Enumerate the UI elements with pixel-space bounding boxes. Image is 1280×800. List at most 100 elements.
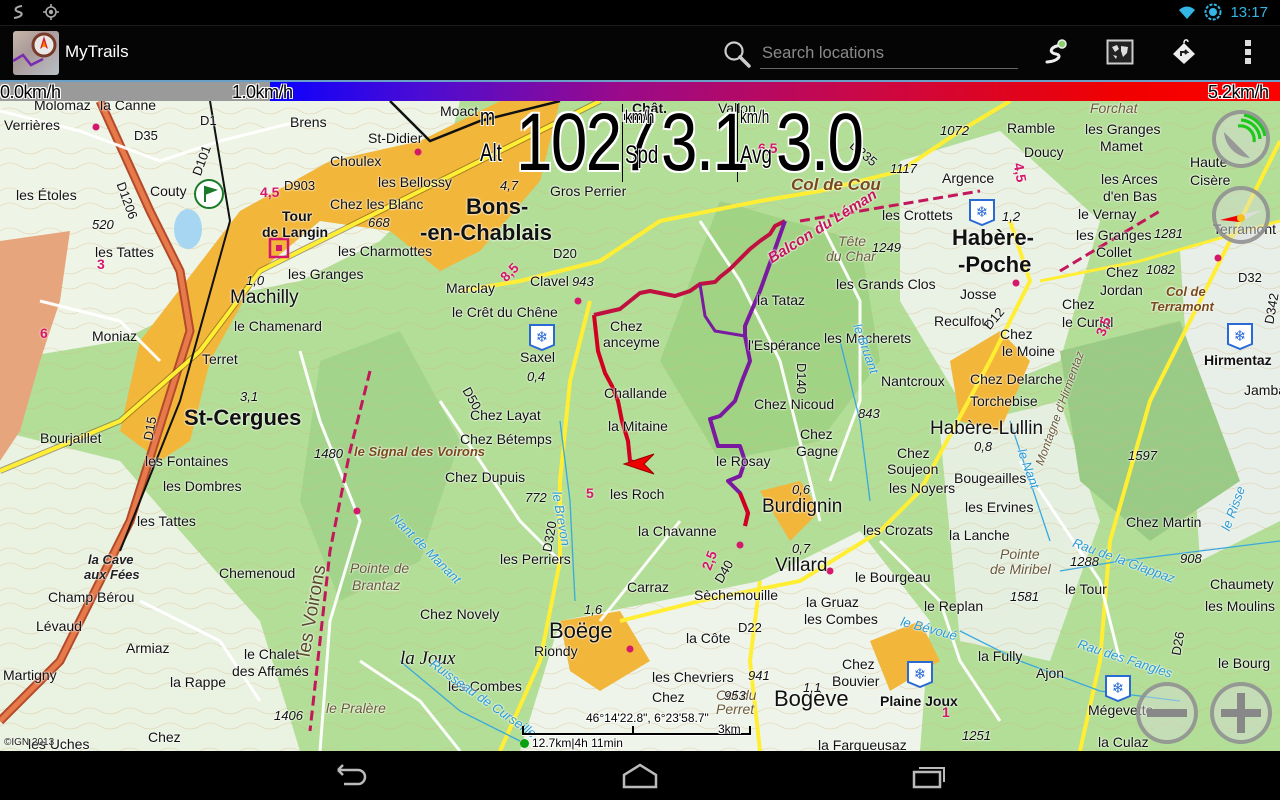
distance-label: 4,5 <box>260 184 280 200</box>
map-label: le Vernay <box>1078 206 1137 222</box>
map-label: les Fontaines <box>145 453 229 469</box>
elevation-label: 941 <box>748 668 770 683</box>
map-label: Collet <box>1096 244 1132 260</box>
scale-label: 3km <box>718 722 741 736</box>
stats-hud: m Alt 1027 km/h Spd 3.1 km/h Avg 3.0 <box>478 97 884 188</box>
map-label: Carraz <box>627 579 670 595</box>
map-label: Molomaz <box>34 101 91 113</box>
map-label: la Cave <box>88 552 134 567</box>
map-label: Doucy <box>1024 144 1064 160</box>
map-label: les Étoles <box>16 187 77 203</box>
altitude-label: Alt <box>480 139 502 167</box>
zoom-in-button[interactable] <box>1210 682 1272 744</box>
distance-label: 5 <box>586 485 594 501</box>
back-button[interactable] <box>322 759 382 793</box>
map-layers-button[interactable] <box>1100 34 1140 74</box>
map-label: Choulex <box>330 153 382 169</box>
map-label: les Dombres <box>163 478 242 494</box>
map-label: le Rosay <box>716 453 771 469</box>
road-label: D140 <box>794 362 810 395</box>
map-label: les Crottets <box>882 207 953 223</box>
map-label: la Fargueusaz <box>818 737 907 752</box>
map-label: Tour <box>282 208 313 224</box>
recent-apps-button[interactable] <box>898 759 958 793</box>
map-label: des Affamés <box>232 663 309 679</box>
map-label: du Char <box>826 248 876 264</box>
map-label: Riondy <box>534 643 578 659</box>
map-label: Chez <box>652 689 685 705</box>
map-label: la Rappe <box>170 674 227 690</box>
search-icon[interactable] <box>722 39 752 73</box>
map-label: Chaumety <box>1210 576 1274 592</box>
elevation-label: 1082 <box>1146 262 1175 277</box>
distance-label: 4,5 <box>1010 161 1030 184</box>
map-label: Jordan <box>1100 282 1143 298</box>
map-label: Saxel <box>520 349 556 365</box>
trail-recording-icon <box>10 3 28 21</box>
elevation-label: 3,1 <box>240 389 259 404</box>
map-label: -en-Chablais <box>420 220 553 245</box>
overflow-menu-button[interactable] <box>1228 34 1268 74</box>
map-label: Burdignin <box>762 496 843 517</box>
elevation-label: 1,6 <box>584 602 603 617</box>
average-label: Avg <box>740 141 772 169</box>
ski-resort-icon: ❄ <box>529 324 555 351</box>
altitude-readout: m Alt 1027 <box>478 97 657 188</box>
track-button[interactable] <box>1036 34 1076 74</box>
search-input[interactable] <box>760 38 1018 69</box>
zoom-in-icon <box>1221 693 1261 733</box>
map-label: Terramont <box>1150 299 1214 314</box>
map-label: les Roch <box>610 486 665 502</box>
map-label: la Chavanne <box>638 523 717 539</box>
road-label: D32 <box>1238 270 1262 285</box>
elevation-label: 1597 <box>1128 448 1157 463</box>
map-label: Chez <box>897 445 930 461</box>
compass-button[interactable] <box>1212 186 1270 244</box>
altitude-value: 1027 <box>516 97 657 188</box>
ski-resort-icon: ❄ <box>969 199 995 226</box>
map-label: Couty <box>150 183 187 199</box>
map-label: le Pralère <box>326 700 386 716</box>
map-label: le Chamenard <box>234 318 322 334</box>
clock: 13:17 <box>1230 3 1268 21</box>
map-label: Soujeon <box>887 461 939 477</box>
map-label: Challande <box>604 385 668 401</box>
map-label: les Granges <box>288 266 364 282</box>
map-label: Ajon <box>1036 665 1065 681</box>
elevation-label: 1249 <box>872 240 901 255</box>
map-label: Habère-Lullin <box>930 418 1044 439</box>
map-label: Brantaz <box>352 577 401 593</box>
topo-map[interactable]: ❄ ❄ ❄ ❄ ❄ Verrières Molomaz la Canne Bre… <box>0 101 1280 751</box>
svg-text:❄: ❄ <box>1234 327 1247 345</box>
recording-status-icon <box>520 738 529 748</box>
app-logo-icon[interactable] <box>13 31 59 75</box>
map-label: la Tataz <box>757 292 805 308</box>
elevation-label: 1117 <box>890 161 917 176</box>
action-bar: MyTrails <box>0 26 1280 80</box>
status-bar: 13:17 <box>0 0 1280 26</box>
zoom-out-icon <box>1147 709 1187 717</box>
map-label: de Miribel <box>990 561 1051 577</box>
elevation-label: 0,6 <box>792 482 811 497</box>
map-label: le Bourgeau <box>855 569 931 585</box>
map-label: Villard <box>775 555 828 576</box>
road-label: D903 <box>284 178 316 193</box>
map-label: Lévaud <box>36 618 82 634</box>
map-label: le Bourg <box>1218 655 1271 671</box>
map-label: Chez Layat <box>470 407 541 423</box>
map-label: Col de <box>1166 284 1206 299</box>
map-label: Chez Delarche <box>970 371 1063 387</box>
zoom-out-button[interactable] <box>1136 682 1198 744</box>
map-label: Chez <box>1000 326 1033 342</box>
map-label: Ramble <box>1007 120 1056 136</box>
gps-status-button[interactable] <box>1212 110 1270 168</box>
ski-resort-icon: ❄ <box>1227 323 1253 350</box>
map-label: le Moine <box>1002 343 1055 359</box>
svg-text:❄: ❄ <box>1112 679 1125 697</box>
map-label: Sèchemouille <box>694 587 779 603</box>
map-label: Chez Novely <box>420 606 500 622</box>
navigate-button[interactable] <box>1164 34 1204 74</box>
map-label: le Tour <box>1065 581 1107 597</box>
home-button[interactable] <box>610 759 670 793</box>
map-label: la Gruaz <box>806 594 859 610</box>
